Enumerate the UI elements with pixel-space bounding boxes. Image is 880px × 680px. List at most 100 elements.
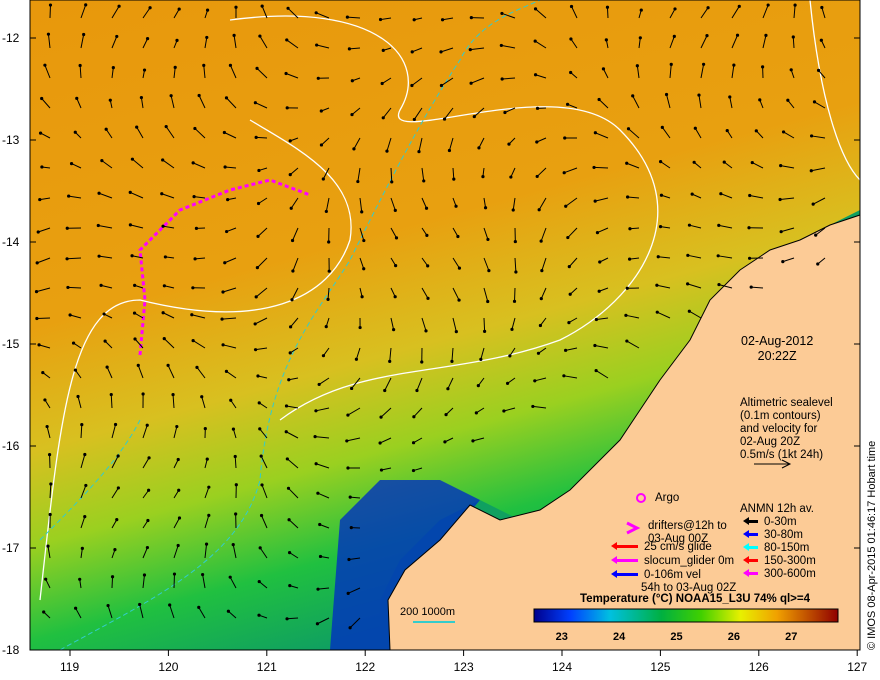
- velocity-arrow-head: [509, 175, 513, 179]
- velocity-arrow-head: [74, 606, 78, 610]
- velocity-arrow-head: [354, 357, 359, 361]
- velocity-arrow-head: [313, 434, 317, 439]
- velocity-arrow-head: [35, 261, 39, 265]
- lon-tick-label: 122: [355, 660, 376, 674]
- velocity-arrow-head: [195, 365, 199, 369]
- velocity-arrow-head: [76, 394, 80, 399]
- velocity-arrow-head: [162, 284, 166, 288]
- velocity-arrow-head: [175, 38, 179, 42]
- velocity-arrow-head: [36, 230, 40, 234]
- velocity-arrow-head: [469, 81, 473, 85]
- velocity-arrow-head: [46, 544, 50, 548]
- velocity-arrow-head: [205, 457, 209, 461]
- velocity-arrow-head: [203, 426, 207, 431]
- velocity-arrow-head: [360, 295, 364, 299]
- velocity-arrow-head: [535, 106, 540, 110]
- velocity-arrow-head: [446, 387, 450, 391]
- velocity-arrow-head: [287, 551, 292, 555]
- velocity-arrow-head: [536, 351, 541, 355]
- velocity-arrow-head: [225, 229, 229, 234]
- velocity-arrow-head: [327, 240, 331, 244]
- legend-text: drifters@12h to: [648, 520, 727, 532]
- velocity-arrow-head: [229, 398, 233, 402]
- colorbar-tick-label: 26: [727, 631, 740, 643]
- velocity-arrow-head: [40, 165, 44, 169]
- velocity-arrow-head: [388, 359, 392, 363]
- velocity-arrow-head: [257, 168, 261, 173]
- velocity-arrow-head: [191, 161, 195, 165]
- velocity-arrow-head: [284, 404, 289, 408]
- velocity-arrow-head: [686, 253, 690, 257]
- velocity-arrow-head: [232, 33, 236, 37]
- velocity-arrow-head: [315, 43, 319, 47]
- velocity-arrow-head: [732, 63, 736, 67]
- velocity-arrow-head: [728, 95, 732, 99]
- velocity-arrow-head: [221, 290, 225, 294]
- velocity-arrow-head: [594, 368, 598, 373]
- velocity-arrow-head: [565, 102, 570, 106]
- velocity-arrow-head: [385, 149, 389, 153]
- velocity-arrow-head: [288, 139, 292, 143]
- velocity-arrow: [111, 576, 114, 589]
- velocity-arrow-head: [483, 206, 488, 210]
- velocity-arrow-head: [483, 329, 487, 333]
- time-label: 20:22Z: [757, 349, 797, 363]
- velocity-arrow-head: [146, 518, 150, 523]
- velocity-arrow-head: [171, 393, 175, 397]
- velocity-arrow-head: [288, 173, 292, 177]
- velocity-arrow-head: [535, 140, 539, 144]
- velocity-arrow-head: [220, 317, 224, 321]
- velocity-arrow-head: [439, 50, 443, 54]
- velocity-arrow-head: [595, 231, 600, 235]
- velocity-arrow-head: [102, 312, 106, 316]
- velocity-arrow-head: [412, 117, 416, 122]
- anmn-legend-item: 300-600m: [743, 568, 816, 581]
- velocity-arrow-head: [383, 388, 387, 393]
- legend-glide: 25 cm/s glide: [611, 541, 712, 554]
- velocity-arrow-head: [656, 255, 660, 259]
- velocity-arrow-head: [809, 169, 813, 173]
- note-line: 0.5m/s (1kt 24h): [740, 449, 824, 461]
- velocity-arrow-head: [781, 260, 785, 264]
- velocity-arrow-head: [411, 441, 416, 445]
- colorbar-tick-label: 23: [555, 631, 568, 643]
- velocity-arrow-head: [82, 32, 86, 37]
- velocity-arrow-head: [221, 343, 225, 347]
- velocity-arrow-head: [793, 3, 797, 7]
- velocity-arrow-head: [605, 5, 610, 9]
- velocity-arrow-head: [161, 224, 165, 228]
- velocity-arrow-head: [128, 190, 132, 195]
- velocity-arrow-head: [378, 441, 382, 445]
- velocity-arrow-head: [535, 174, 539, 179]
- velocity-arrow-head: [450, 359, 454, 363]
- velocity-arrow-head: [658, 225, 663, 229]
- depth-arrow-icon: [743, 569, 758, 578]
- velocity-arrow-head: [84, 483, 88, 488]
- velocity-arrow-head: [511, 208, 515, 212]
- velocity-arrow-head: [593, 131, 597, 135]
- velocity-arrow-head: [109, 392, 113, 397]
- velocity-arrow-head: [223, 165, 227, 169]
- velocity-arrow-head: [316, 491, 320, 495]
- velocity-arrow-head: [289, 325, 293, 329]
- velocity-arrow-head: [258, 546, 262, 550]
- velocity-arrow-head: [105, 365, 109, 369]
- legend-text: 0-106m vel: [644, 569, 701, 581]
- velocity-arrow-head: [444, 413, 448, 417]
- depth-arrow-icon: [743, 517, 758, 526]
- velocity-arrow-head: [533, 379, 537, 383]
- velocity-arrow-head: [68, 313, 72, 317]
- velocity-arrow-head: [45, 424, 49, 429]
- velocity-arrow-head: [99, 283, 103, 287]
- velocity-arrow-head: [512, 299, 517, 303]
- velocity-arrow-head: [191, 338, 195, 343]
- legend-vel: 0-106m vel 54h to 03-Aug 02Z: [611, 569, 736, 595]
- velocity-arrow-head: [43, 63, 47, 67]
- velocity-arrow-head: [136, 363, 140, 367]
- velocity-arrow-head: [176, 457, 180, 462]
- velocity-arrow-head: [426, 264, 430, 268]
- velocity-arrow-head: [47, 453, 52, 457]
- velocity-arrow-head: [234, 483, 238, 487]
- velocity-arrow-head: [73, 368, 78, 372]
- velocity-arrow-head: [257, 579, 261, 584]
